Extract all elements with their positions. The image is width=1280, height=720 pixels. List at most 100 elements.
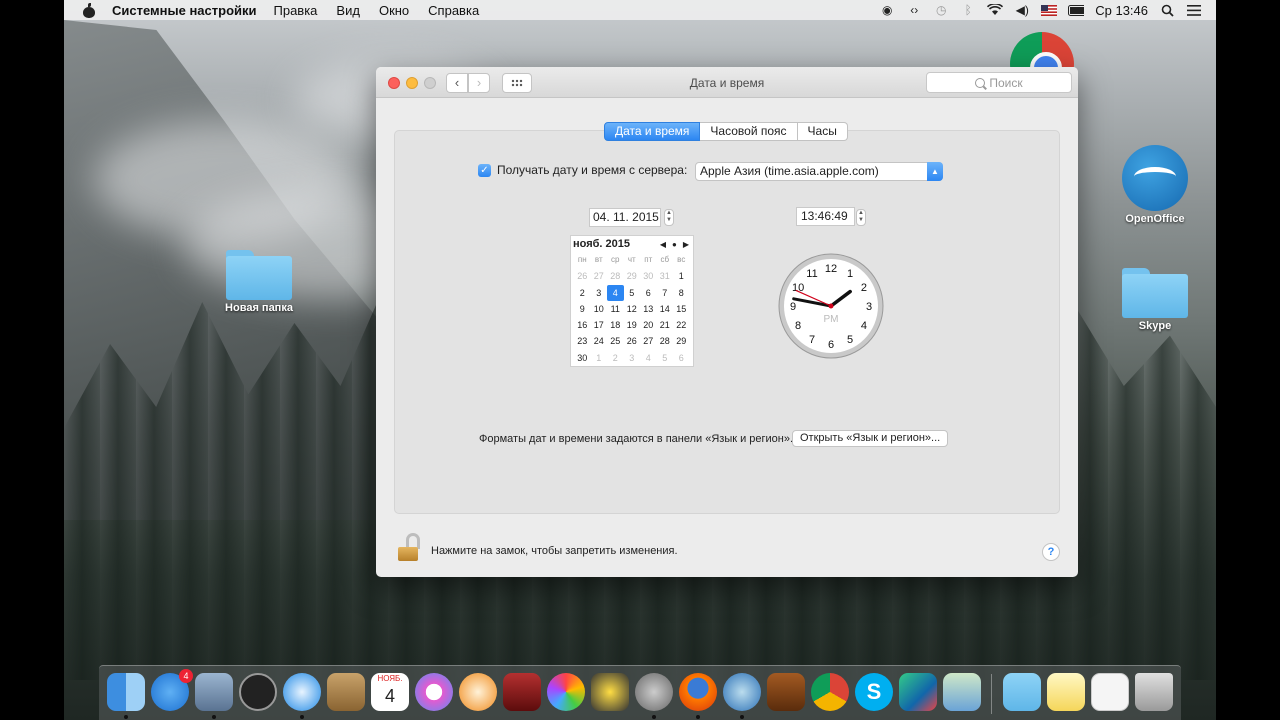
- calendar-day[interactable]: 27: [591, 268, 608, 284]
- calendar-day[interactable]: 21: [657, 317, 674, 333]
- open-region-button[interactable]: Открыть «Язык и регион»...: [792, 430, 949, 447]
- applications-folder-icon[interactable]: [1003, 673, 1041, 711]
- calendar-day[interactable]: 2: [607, 350, 624, 366]
- calendar-day[interactable]: 5: [624, 285, 641, 301]
- calendar-day[interactable]: 1: [591, 350, 608, 366]
- contacts-icon[interactable]: [327, 673, 365, 711]
- calendar-day[interactable]: 6: [673, 350, 690, 366]
- today-icon[interactable]: ●: [672, 240, 677, 249]
- calendar-day[interactable]: 10: [591, 301, 608, 317]
- dashboard-icon[interactable]: [239, 673, 277, 711]
- desktop-openoffice[interactable]: OpenOffice: [1110, 145, 1200, 225]
- calendar-day[interactable]: 24: [591, 333, 608, 349]
- calendar-day[interactable]: 26: [574, 268, 591, 284]
- documents-stack-icon[interactable]: [1047, 673, 1085, 711]
- calendar-day[interactable]: 7: [657, 285, 674, 301]
- numbers-icon[interactable]: [899, 673, 937, 711]
- spotlight-icon[interactable]: [1159, 3, 1175, 17]
- safari-icon[interactable]: [283, 673, 321, 711]
- calendar-day[interactable]: 29: [673, 333, 690, 349]
- chrome-icon[interactable]: [811, 673, 849, 711]
- calendar-day[interactable]: 14: [657, 301, 674, 317]
- preview-icon[interactable]: [195, 673, 233, 711]
- system-preferences-icon[interactable]: [635, 673, 673, 711]
- menu-app-name[interactable]: Системные настройки: [112, 3, 257, 18]
- tab-time-zone[interactable]: Часовой пояс: [700, 122, 798, 141]
- date-stepper[interactable]: ▲ ▼: [664, 209, 674, 226]
- code-icon[interactable]: ‹›: [906, 3, 922, 17]
- calendar-day[interactable]: 2: [574, 285, 591, 301]
- us-flag-icon[interactable]: [1041, 3, 1058, 17]
- record-icon[interactable]: ◉: [879, 3, 895, 17]
- quicktime-icon[interactable]: [723, 673, 761, 711]
- finder-icon[interactable]: [107, 673, 145, 711]
- menu-edit[interactable]: Правка: [274, 3, 318, 18]
- bluetooth-icon[interactable]: ᛒ: [960, 3, 976, 17]
- menu-view[interactable]: Вид: [336, 3, 360, 18]
- calendar-day[interactable]: 4: [607, 284, 624, 301]
- calendar-day[interactable]: 4: [640, 350, 657, 366]
- calendar-day[interactable]: 18: [607, 317, 624, 333]
- skype-icon[interactable]: S: [855, 673, 893, 711]
- lock-icon[interactable]: [398, 533, 420, 561]
- help-button[interactable]: ?: [1042, 543, 1060, 561]
- calendar-day[interactable]: 12: [624, 301, 641, 317]
- calendar-day[interactable]: 26: [624, 333, 641, 349]
- menu-help[interactable]: Справка: [428, 3, 479, 18]
- calendar-day[interactable]: 6: [640, 285, 657, 301]
- next-month-icon[interactable]: ▶: [683, 240, 689, 249]
- itunes-icon[interactable]: [415, 673, 453, 711]
- calendar-day[interactable]: 1: [673, 268, 690, 284]
- server-checkbox[interactable]: ✓: [478, 163, 491, 177]
- volume-icon[interactable]: ◀): [1014, 3, 1030, 17]
- menu-window[interactable]: Окно: [379, 3, 409, 18]
- photo-booth-icon[interactable]: [503, 673, 541, 711]
- date-input[interactable]: 04. 11. 2015: [589, 208, 661, 227]
- calendar-day[interactable]: 22: [673, 317, 690, 333]
- wifi-icon[interactable]: [987, 3, 1004, 17]
- calendar-day[interactable]: 28: [657, 333, 674, 349]
- title-bar[interactable]: ‹ › Дата и время Поиск: [376, 67, 1078, 98]
- calendar-day[interactable]: 19: [624, 317, 641, 333]
- desktop-folder-new[interactable]: Новая папка: [214, 250, 304, 314]
- calendar-day[interactable]: 25: [607, 333, 624, 349]
- prev-month-icon[interactable]: ◀: [660, 240, 666, 249]
- keynote-icon[interactable]: [767, 673, 805, 711]
- calendar-day[interactable]: 3: [591, 285, 608, 301]
- time-machine-icon[interactable]: ◷: [933, 3, 949, 17]
- calendar-day[interactable]: 28: [607, 268, 624, 284]
- calendar-day[interactable]: 8: [673, 285, 690, 301]
- calendar-day[interactable]: 27: [640, 333, 657, 349]
- trash-icon[interactable]: [1135, 673, 1173, 711]
- ibooks-icon[interactable]: [459, 673, 497, 711]
- calendar-day[interactable]: 9: [574, 301, 591, 317]
- calendar-app-icon[interactable]: НОЯБ. 4: [371, 673, 409, 711]
- calendar-day[interactable]: 23: [574, 333, 591, 349]
- desktop-skype-folder[interactable]: Skype: [1110, 268, 1200, 332]
- calendar-day[interactable]: 30: [574, 350, 591, 366]
- search-field[interactable]: Поиск: [926, 72, 1072, 93]
- time-input[interactable]: 13:46:49: [796, 207, 855, 226]
- app-store-icon[interactable]: 4: [151, 669, 193, 711]
- tab-clock[interactable]: Часы: [797, 122, 848, 141]
- menubar-clock[interactable]: Ср 13:46: [1095, 3, 1148, 18]
- server-select[interactable]: Apple Азия (time.asia.apple.com) ▲: [695, 162, 943, 181]
- calendar-day[interactable]: 29: [624, 268, 641, 284]
- calendar-day[interactable]: 15: [673, 301, 690, 317]
- calendar-day[interactable]: 16: [574, 317, 591, 333]
- calendar-day[interactable]: 31: [657, 268, 674, 284]
- time-stepper[interactable]: ▲ ▼: [856, 209, 866, 226]
- calendar-day[interactable]: 3: [624, 350, 641, 366]
- calendar-day[interactable]: 13: [640, 301, 657, 317]
- calendar-day[interactable]: 20: [640, 317, 657, 333]
- calendar-day[interactable]: 30: [640, 268, 657, 284]
- calendar-day[interactable]: 11: [607, 301, 624, 317]
- firefox-icon[interactable]: [679, 673, 717, 711]
- apple-menu-icon[interactable]: [82, 2, 96, 18]
- imovie-icon[interactable]: [591, 673, 629, 711]
- notification-center-icon[interactable]: [1186, 3, 1202, 17]
- calendar-day[interactable]: 5: [657, 350, 674, 366]
- battery-icon[interactable]: [1068, 3, 1085, 17]
- calendar-day[interactable]: 17: [591, 317, 608, 333]
- photos-icon[interactable]: [547, 673, 585, 711]
